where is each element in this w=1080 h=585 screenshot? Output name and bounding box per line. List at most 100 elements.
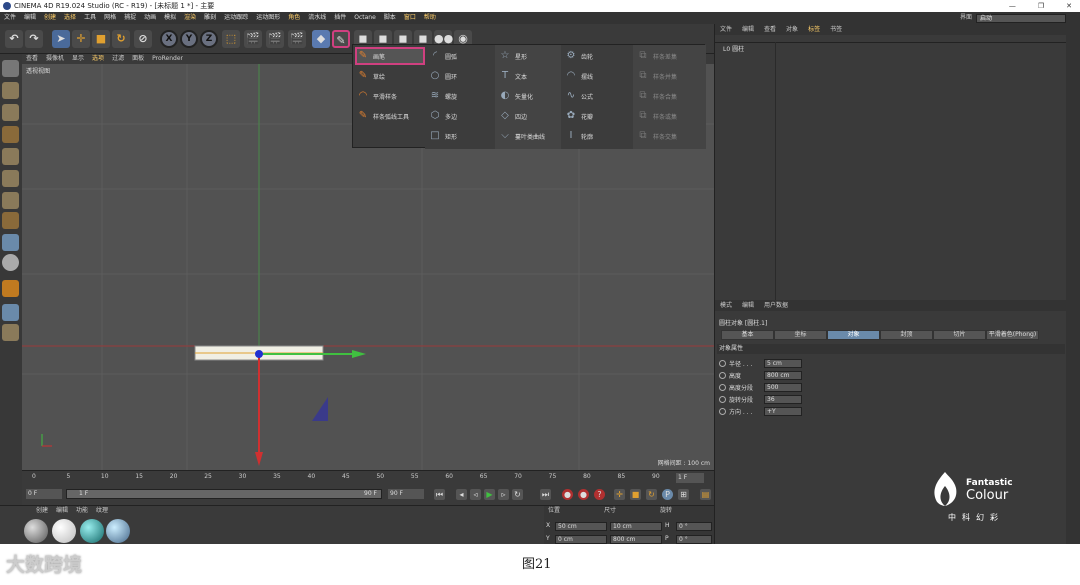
- profile-menu-item[interactable]: I 轮廓: [565, 127, 594, 145]
- attr-menu-mode[interactable]: 模式: [715, 300, 737, 311]
- menu-item[interactable]: 角色: [284, 12, 304, 24]
- formula-menu-item[interactable]: ∿ 公式: [565, 87, 593, 105]
- arc-menu-item[interactable]: ◜ 圆弧: [429, 47, 457, 65]
- property-value-field[interactable]: 5 cm: [764, 358, 802, 368]
- texture-mode-icon[interactable]: [2, 104, 19, 121]
- key-pla-icon[interactable]: ⊞: [678, 489, 689, 500]
- spline-or-menu-item[interactable]: ⧉ 样条或集: [637, 107, 677, 125]
- prev-key-icon[interactable]: ◂: [456, 489, 467, 500]
- attr-menu-edit[interactable]: 编辑: [737, 300, 759, 311]
- material-ball[interactable]: [80, 519, 104, 543]
- material-ball[interactable]: [24, 519, 48, 543]
- property-value-field[interactable]: 500: [764, 382, 802, 392]
- menu-item[interactable]: 帮助: [420, 12, 440, 24]
- prev-frame-icon[interactable]: ◃: [470, 489, 481, 500]
- rotate-tool-icon[interactable]: ↻: [112, 30, 130, 48]
- render-view-icon[interactable]: 🎬: [244, 30, 262, 48]
- attribute-tab[interactable]: 对象: [827, 330, 880, 340]
- spline-intersect-menu-item[interactable]: ⧉ 样条交集: [637, 127, 677, 145]
- attribute-tab[interactable]: 切片: [933, 330, 986, 340]
- menu-item[interactable]: 捕捉: [120, 12, 140, 24]
- timeline-window-icon[interactable]: ▤: [700, 489, 711, 500]
- animate-toggle-icon[interactable]: [719, 371, 726, 379]
- layout-select[interactable]: 启动: [976, 14, 1066, 23]
- viewport-menu-item[interactable]: 面板: [128, 54, 148, 64]
- ngon-menu-item[interactable]: ⬡ 多边: [429, 107, 457, 125]
- workplane-mode-icon[interactable]: [2, 126, 19, 143]
- cogwheel-menu-item[interactable]: ⚙ 齿轮: [565, 47, 594, 65]
- tweak-mode-icon[interactable]: [2, 234, 19, 251]
- object-menu-item[interactable]: 查看: [759, 24, 781, 35]
- menu-item[interactable]: 流水线: [304, 12, 330, 24]
- y-axis-button[interactable]: Y: [180, 30, 198, 48]
- property-value-field[interactable]: 800 cm: [764, 370, 802, 380]
- polygons-mode-icon[interactable]: [2, 192, 19, 209]
- recent-tool-icon[interactable]: ⊘: [134, 30, 152, 48]
- coord-system-icon[interactable]: ⬚: [222, 30, 240, 48]
- spline-arc-tool-menu-item[interactable]: ✎ 样条弧线工具: [357, 107, 409, 125]
- object-menu-item[interactable]: 文件: [715, 24, 737, 35]
- cissoid-menu-item[interactable]: ⌵ 蔓叶类曲线: [499, 127, 545, 145]
- menu-item[interactable]: 动画: [140, 12, 160, 24]
- pen-spline-icon[interactable]: ✎: [332, 30, 350, 48]
- workplane-icon[interactable]: [2, 304, 19, 321]
- viewport-menu-item[interactable]: 摄像机: [42, 54, 68, 64]
- attribute-tab[interactable]: 封顶: [880, 330, 933, 340]
- attribute-tab[interactable]: 坐标: [774, 330, 827, 340]
- rotation-h-field[interactable]: 0 °: [676, 522, 712, 531]
- menu-item[interactable]: 运动图形: [252, 12, 284, 24]
- rotation-p-field[interactable]: 0 °: [676, 535, 712, 544]
- key-scale-icon[interactable]: ■: [630, 489, 641, 500]
- time-range-slider[interactable]: 1 F 90 F: [66, 489, 382, 499]
- close-button[interactable]: ✕: [1066, 0, 1072, 12]
- edges-mode-icon[interactable]: [2, 170, 19, 187]
- menu-item[interactable]: 雕刻: [200, 12, 220, 24]
- viewport-menu-item[interactable]: 选项: [88, 54, 108, 64]
- render-settings-icon[interactable]: 🎬: [288, 30, 306, 48]
- key-param-icon[interactable]: P: [662, 489, 673, 500]
- spline-union-menu-item[interactable]: ⧉ 样条并集: [637, 67, 677, 85]
- menu-item[interactable]: 创建: [40, 12, 60, 24]
- animate-toggle-icon[interactable]: [719, 395, 726, 403]
- pen-menu-item[interactable]: ✎ 画笔: [355, 47, 425, 65]
- render-picture-icon[interactable]: 🎬: [266, 30, 284, 48]
- object-row[interactable]: L0 圆柱: [723, 44, 744, 53]
- object-menu-item[interactable]: 标签: [803, 24, 825, 35]
- menu-item[interactable]: 模拟: [160, 12, 180, 24]
- menu-item[interactable]: 工具: [80, 12, 100, 24]
- size-x-field[interactable]: 10 cm: [610, 522, 662, 531]
- x-axis-button[interactable]: X: [160, 30, 178, 48]
- menu-item[interactable]: 网格: [100, 12, 120, 24]
- undo-button[interactable]: ↶: [5, 30, 23, 48]
- select-tool-icon[interactable]: ➤: [52, 30, 70, 48]
- flower-menu-item[interactable]: ✿ 花瓣: [565, 107, 593, 125]
- next-frame-icon[interactable]: ▹: [498, 489, 509, 500]
- maximize-button[interactable]: ❐: [1038, 0, 1044, 12]
- menu-item[interactable]: 运动跟踪: [220, 12, 252, 24]
- menu-item[interactable]: 脚本: [380, 12, 400, 24]
- viewport-menu-item[interactable]: ProRender: [148, 54, 187, 64]
- viewport-menu-item[interactable]: 过滤: [108, 54, 128, 64]
- sketch-menu-item[interactable]: ✎ 草绘: [357, 67, 385, 85]
- animate-toggle-icon[interactable]: [719, 383, 726, 391]
- animate-toggle-icon[interactable]: [719, 359, 726, 367]
- position-y-field[interactable]: 0 cm: [555, 535, 607, 544]
- loop-icon[interactable]: ↻: [512, 489, 523, 500]
- material-ball[interactable]: [106, 519, 130, 543]
- position-x-field[interactable]: 50 cm: [555, 522, 607, 531]
- circle-menu-item[interactable]: ○ 圆环: [429, 67, 457, 85]
- rectangle-menu-item[interactable]: □ 矩形: [429, 127, 457, 145]
- star-menu-item[interactable]: ☆ 星形: [499, 47, 528, 65]
- material-ball[interactable]: [52, 519, 76, 543]
- points-mode-icon[interactable]: [2, 148, 19, 165]
- autokey-icon[interactable]: ●: [578, 489, 589, 500]
- model-mode-icon[interactable]: [2, 82, 19, 99]
- four-side-menu-item[interactable]: ◇ 四边: [499, 107, 527, 125]
- size-y-field[interactable]: 800 cm: [610, 535, 662, 544]
- redo-button[interactable]: ↷: [25, 30, 43, 48]
- scale-tool-icon[interactable]: ■: [92, 30, 110, 48]
- cube-icon[interactable]: ◆: [312, 30, 330, 48]
- spline-smooth-menu-item[interactable]: ◠ 平滑样条: [357, 87, 397, 105]
- spline-subtract-menu-item[interactable]: ⧉ 样条差集: [637, 47, 677, 65]
- menu-item[interactable]: Octane: [350, 12, 380, 24]
